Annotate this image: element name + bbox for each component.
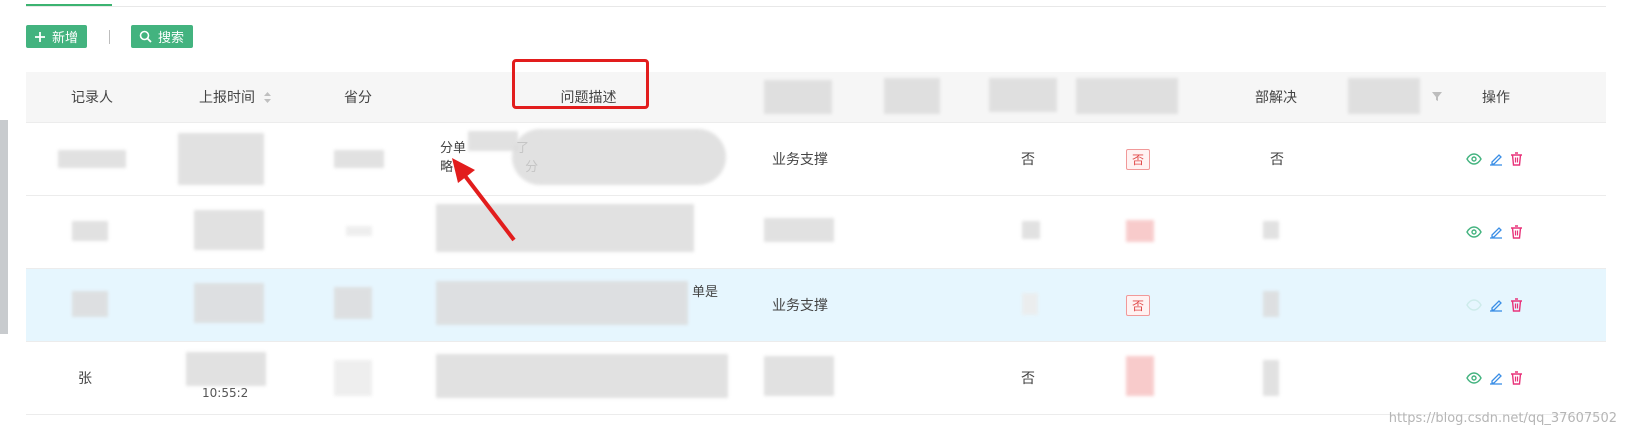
annotation-arrow — [452, 158, 516, 242]
watermark: https://blog.csdn.net/qq_37607502 — [1388, 411, 1617, 426]
